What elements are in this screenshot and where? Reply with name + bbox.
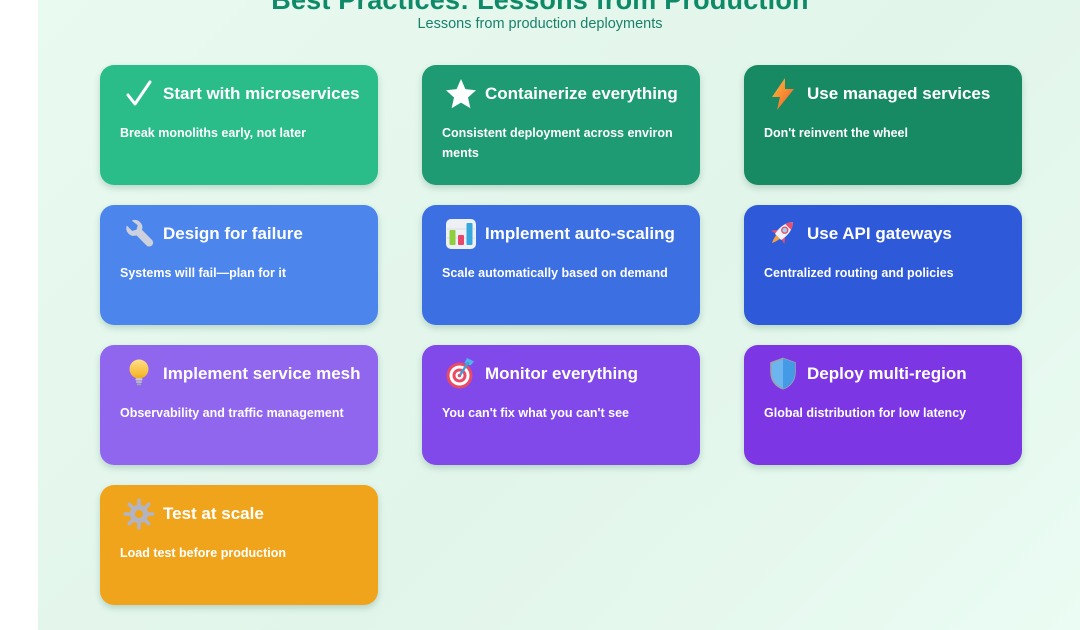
- best-practice-card: Implement auto-scaling Scale automatical…: [422, 205, 700, 325]
- card-title: Implement service mesh: [163, 364, 360, 384]
- rocket-icon: [764, 215, 802, 253]
- card-header: Test at scale: [120, 493, 360, 535]
- best-practice-card: Containerize everything Consistent deplo…: [422, 65, 700, 185]
- card-header: Use managed services: [764, 73, 1004, 115]
- check-icon: [120, 75, 158, 113]
- card-title: Use API gateways: [807, 224, 952, 244]
- page-subtitle: Lessons from production deployments: [0, 16, 1080, 32]
- bar-chart-icon: [442, 215, 480, 253]
- card-description: Observability and traffic management: [120, 403, 359, 423]
- best-practice-card: Implement service mesh Observability and…: [100, 345, 378, 465]
- card-title: Start with microservices: [163, 84, 360, 104]
- lightning-icon: [764, 75, 802, 113]
- target-icon: [442, 355, 480, 393]
- card-header: Implement service mesh: [120, 353, 360, 395]
- card-description: Systems will fail—plan for it: [120, 263, 359, 283]
- card-title: Use managed services: [807, 84, 990, 104]
- card-title: Containerize everything: [485, 84, 678, 104]
- card-header: Deploy multi-region: [764, 353, 1004, 395]
- page-title: Best Practices: Lessons from Production: [0, 0, 1080, 16]
- best-practice-card: Design for failure Systems will fail—pla…: [100, 205, 378, 325]
- best-practice-card: Test at scale Load test before productio…: [100, 485, 378, 605]
- star-icon: [442, 75, 480, 113]
- best-practice-card: Use API gateways Centralized routing and…: [744, 205, 1022, 325]
- card-header: Containerize everything: [442, 73, 682, 115]
- card-header: Design for failure: [120, 213, 360, 255]
- best-practice-card: Deploy multi-region Global distribution …: [744, 345, 1022, 465]
- card-header: Start with microservices: [120, 73, 360, 115]
- wrench-icon: [120, 215, 158, 253]
- card-title: Design for failure: [163, 224, 303, 244]
- card-title: Test at scale: [163, 504, 264, 524]
- cards-grid: Start with microservices Break monoliths…: [100, 65, 1022, 605]
- card-description: You can't fix what you can't see: [442, 403, 681, 423]
- card-description: Centralized routing and policies: [764, 263, 1003, 283]
- card-title: Deploy multi-region: [807, 364, 967, 384]
- card-header: Monitor everything: [442, 353, 682, 395]
- best-practice-card: Start with microservices Break monoliths…: [100, 65, 378, 185]
- gear-icon: [120, 495, 158, 533]
- lightbulb-icon: [120, 355, 158, 393]
- card-header: Use API gateways: [764, 213, 1004, 255]
- shield-icon: [764, 355, 802, 393]
- slide-background: Best Practices: Lessons from Production …: [0, 0, 1080, 630]
- best-practice-card: Monitor everything You can't fix what yo…: [422, 345, 700, 465]
- best-practice-card: Use managed services Don't reinvent the …: [744, 65, 1022, 185]
- card-description: Break monoliths early, not later: [120, 123, 359, 143]
- card-title: Monitor everything: [485, 364, 638, 384]
- card-description: Consistent deployment across environment…: [442, 123, 681, 163]
- card-description: Scale automatically based on demand: [442, 263, 681, 283]
- card-description: Load test before production: [120, 543, 359, 563]
- card-title: Implement auto-scaling: [485, 224, 675, 244]
- card-header: Implement auto-scaling: [442, 213, 682, 255]
- card-description: Don't reinvent the wheel: [764, 123, 1003, 143]
- card-description: Global distribution for low latency: [764, 403, 1003, 423]
